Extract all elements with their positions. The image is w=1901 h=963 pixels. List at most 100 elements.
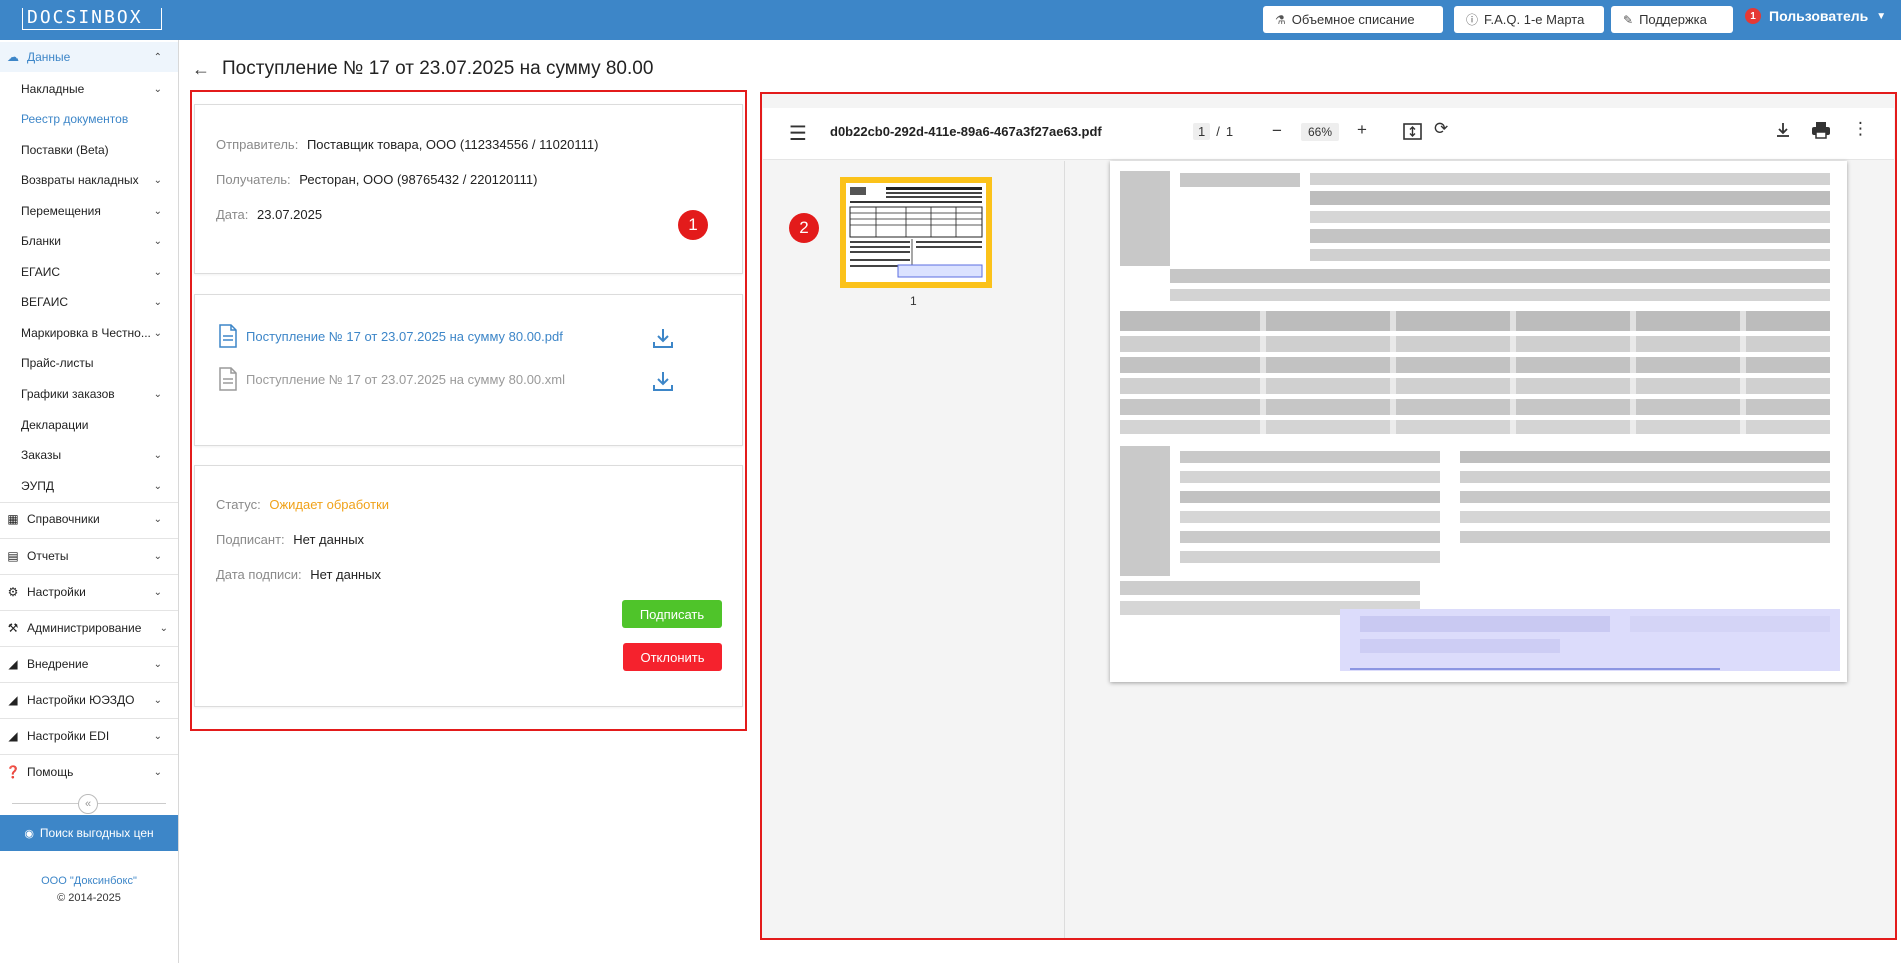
sidebar-group-references[interactable]: ▦ Справочники ⌄ [0,504,178,534]
info-card [194,104,743,274]
sidebar-group-edo-settings[interactable]: ◢ Настройки ЮЭЗДО ⌄ [0,685,178,715]
chevron-down-icon: ⌄ [153,658,162,670]
sidebar-item-label: Поставки (Beta) [21,143,109,157]
sender-row: Отправитель: Поставщик товара, ООО (1123… [216,137,598,152]
sidebar-item-declarations[interactable]: Декларации [0,410,178,440]
zoom-in-icon[interactable]: + [1357,120,1367,140]
download-icon[interactable] [1774,121,1792,139]
sidebar-group-label: Отчеты [27,549,69,563]
zoom-level[interactable]: 66% [1301,123,1340,141]
download-xml-icon[interactable] [651,369,675,393]
sidebar-item-vegais[interactable]: ВЕГАИС ⌄ [0,287,178,317]
sidebar-group-data[interactable]: ☁ Данные ⌃ [0,42,178,72]
footer-company-link[interactable]: ООО "Доксинбокс" [0,875,178,887]
support-button[interactable]: ✎ Поддержка [1611,6,1733,33]
bulk-writeoff-label: Объемное списание [1291,12,1415,27]
sidebar-group-label: Администрирование [27,621,142,635]
sidebar-group-administration[interactable]: ⚒ Администрирование ⌄ [0,613,178,643]
sidebar-divider [0,682,178,683]
sidebar-group-implementation[interactable]: ◢ Внедрение ⌄ [0,649,178,679]
sender-label: Отправитель: [216,137,299,152]
sidebar-divider [0,718,178,719]
chevron-down-icon: ⌄ [153,296,162,308]
page-number-input[interactable]: 1 [1193,123,1211,140]
xml-file-link[interactable]: Поступление № 17 от 23.07.2025 на сумму … [218,367,565,391]
table-icon: ▦ [7,512,19,526]
sidebar-item-label: Бланки [21,234,61,248]
sidebar-item-supplies[interactable]: Поставки (Beta) [0,135,178,165]
user-menu[interactable]: 1 Пользователь ▼ [1745,8,1886,24]
document-icon [219,367,237,391]
app-logo[interactable]: DOCSINBOX [22,8,162,30]
collapse-sidebar-icon[interactable]: « [78,794,98,814]
chart-icon: ▤ [7,549,19,563]
sidebar-toggle-menu-icon[interactable]: ☰ [789,121,807,146]
wrench-icon: ⚒ [7,621,19,635]
status-label: Статус: [216,497,261,512]
bulk-writeoff-button[interactable]: ⚗ Объемное списание [1263,6,1443,33]
sidebar-item-label: Графики заказов [21,387,115,401]
cloud-icon: ☁ [7,50,19,64]
sidebar-group-reports[interactable]: ▤ Отчеты ⌄ [0,541,178,571]
sidebar-item-eupd[interactable]: ЭУПД ⌄ [0,471,178,501]
thumbnail-page-number: 1 [910,294,917,308]
print-icon[interactable] [1811,121,1831,139]
sidebar-item-order-schedules[interactable]: Графики заказов ⌄ [0,379,178,409]
sidebar-group-label: Настройки [27,585,86,599]
sidebar-item-returns[interactable]: Возвраты накладных ⌄ [0,165,178,195]
sidebar-item-label: Возвраты накладных [21,173,139,187]
sidebar-item-label: ЭУПД [21,479,54,493]
sidebar-divider [0,754,178,755]
sidebar-item-transfers[interactable]: Перемещения ⌄ [0,196,178,226]
chevron-down-icon: ⌄ [153,480,162,492]
sidebar-item-orders[interactable]: Заказы ⌄ [0,440,178,470]
more-options-icon[interactable]: ⋮ [1852,119,1869,139]
sidebar-item-label: Прайс-листы [21,356,94,370]
chevron-down-icon: ⌄ [153,513,162,525]
receiver-label: Получатель: [216,172,291,187]
sidebar-item-marking[interactable]: Маркировка в Честно... ⌄ [0,318,178,348]
search-prices-button[interactable]: ◉ Поиск выгодных цен [0,815,178,851]
sidebar-item-label: Накладные [21,82,85,96]
sidebar-item-label: Декларации [21,418,89,432]
fit-page-icon[interactable] [1403,122,1422,141]
download-pdf-icon[interactable] [651,326,675,350]
receiver-row: Получатель: Ресторан, ООО (98765432 / 22… [216,172,537,187]
zoom-out-icon[interactable]: − [1272,121,1282,141]
caret-down-icon: ▼ [1876,10,1887,22]
sign-date-label: Дата подписи: [216,567,302,582]
sidebar-group-edi-settings[interactable]: ◢ Настройки EDI ⌄ [0,721,178,751]
sidebar-group-label: Справочники [27,512,100,526]
sidebar-item-egais[interactable]: ЕГАИС ⌄ [0,257,178,287]
annotation-marker-1: 1 [678,210,708,240]
sidebar-group-label: Настройки ЮЭЗДО [27,693,135,707]
faq-label: F.A.Q. 1-е Марта [1484,12,1585,27]
sidebar-group-help[interactable]: ❓ Помощь ⌄ [0,757,178,787]
sidebar-item-forms[interactable]: Бланки ⌄ [0,226,178,256]
sidebar-item-price-lists[interactable]: Прайс-листы [0,348,178,378]
user-name: Пользователь [1769,8,1869,24]
sidebar-item-label: Перемещения [21,204,101,218]
sidebar-item-document-registry[interactable]: Реестр документов [0,104,178,134]
search-prices-icon: ◉ [24,827,34,840]
sidebar-divider [0,610,178,611]
flask-icon: ⚗ [1275,12,1286,27]
thumbnail-preview [849,187,983,278]
sign-button[interactable]: Подписать [622,600,722,628]
notification-badge[interactable]: 1 [1745,8,1761,24]
sidebar-group-label: Внедрение [27,657,89,671]
reject-button[interactable]: Отклонить [623,643,722,671]
pdf-file-link[interactable]: Поступление № 17 от 23.07.2025 на сумму … [218,324,563,348]
back-arrow-icon[interactable]: ← [192,59,210,80]
page-thumbnail[interactable] [840,177,992,288]
page-separator: / [1216,124,1220,139]
page-title: Поступление № 17 от 23.07.2025 на сумму … [222,58,654,79]
sidebar-item-label: Заказы [21,448,62,462]
chevron-down-icon: ⌄ [153,388,162,400]
sidebar-group-settings[interactable]: ⚙ Настройки ⌄ [0,577,178,607]
rotate-icon[interactable]: ⟳ [1434,119,1448,139]
info-icon: ⓘ [1466,13,1479,27]
sidebar-item-invoices[interactable]: Накладные ⌄ [0,74,178,104]
chevron-up-icon: ⌃ [153,51,162,63]
faq-button[interactable]: ⓘ F.A.Q. 1-е Марта [1454,6,1604,33]
